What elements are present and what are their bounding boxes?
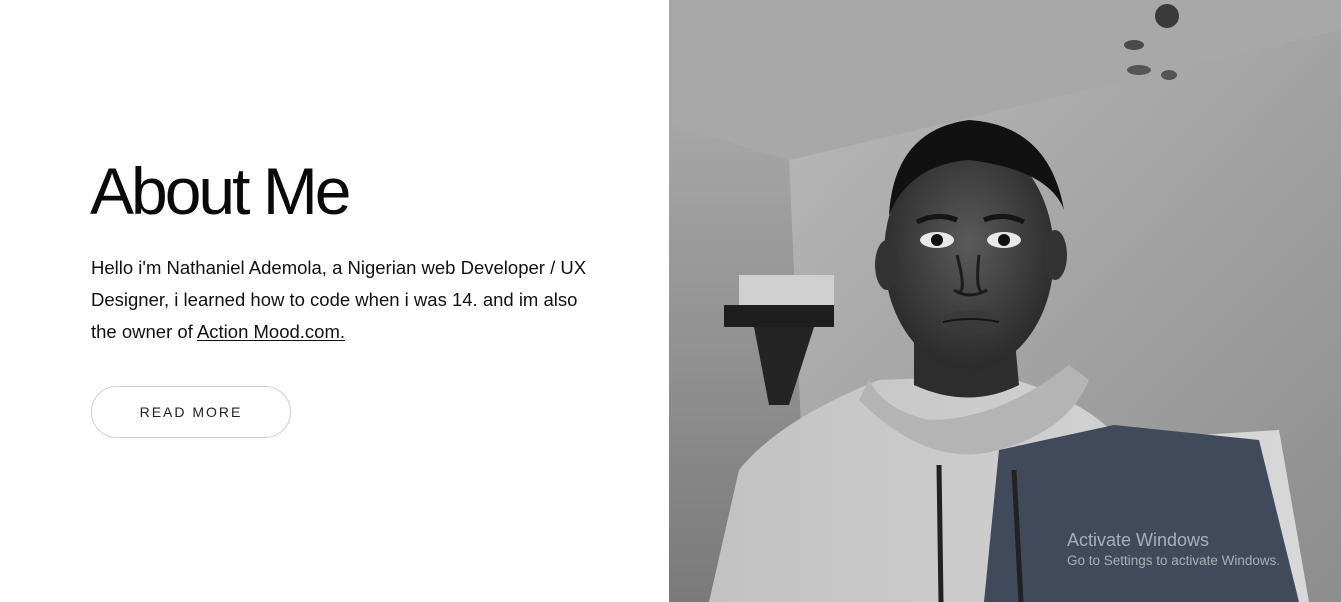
read-more-button[interactable]: READ MORE	[91, 386, 291, 438]
about-text-panel: About Me Hello i'm Nathaniel Ademola, a …	[0, 0, 669, 602]
activate-windows-watermark: Activate Windows Go to Settings to activ…	[1067, 529, 1280, 570]
bio-paragraph: Hello i'm Nathaniel Ademola, a Nigerian …	[91, 252, 591, 348]
watermark-title: Activate Windows	[1067, 530, 1210, 550]
portrait-image	[669, 0, 1341, 602]
action-mood-link[interactable]: Action Mood.com.	[197, 321, 345, 342]
portrait-photo: Activate Windows Go to Settings to activ…	[669, 0, 1341, 602]
about-section: About Me Hello i'm Nathaniel Ademola, a …	[0, 0, 1341, 602]
watermark-subtitle: Go to Settings to activate Windows.	[1067, 553, 1281, 568]
page-title: About Me	[90, 154, 351, 228]
